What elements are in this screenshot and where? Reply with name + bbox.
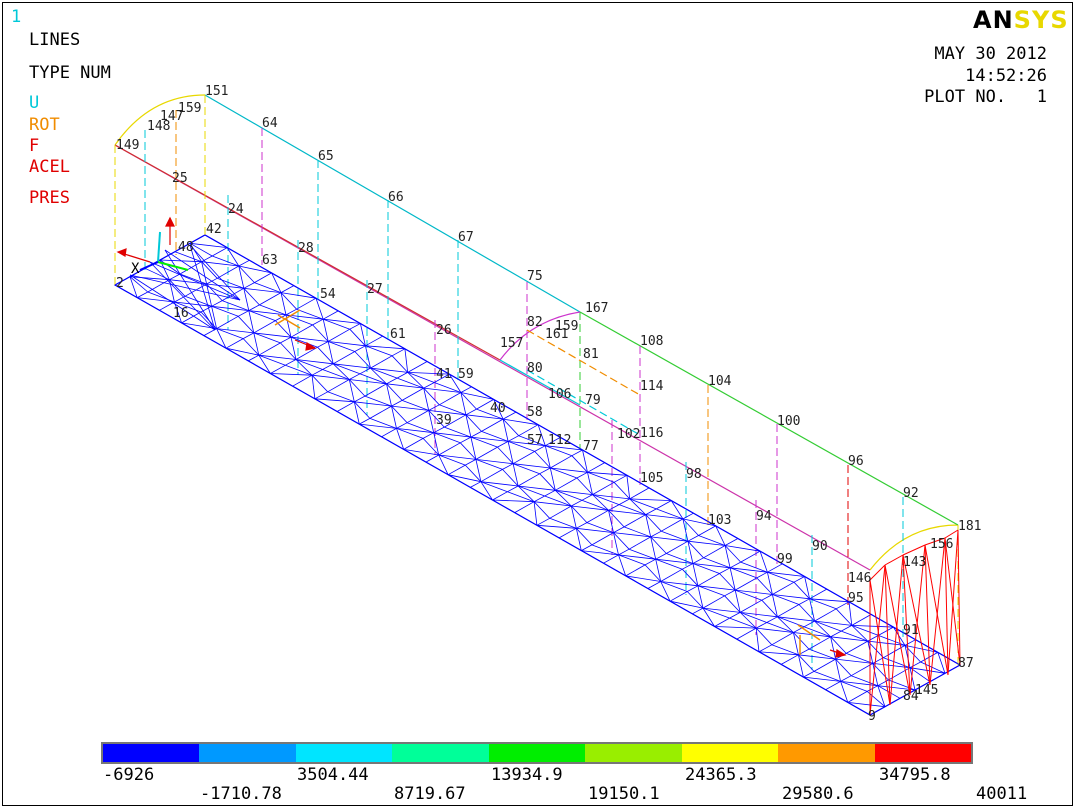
line-number-top-edge: 167 — [585, 301, 608, 316]
colorbar-band-9 — [874, 744, 971, 762]
line-number-top-edge: 75 — [527, 269, 543, 284]
line-number-top-edge: 108 — [640, 334, 663, 349]
line-number-mid-lower: 26 — [436, 323, 452, 338]
line-number-top-edge: 181 — [958, 519, 981, 534]
line-number-mid-step: 116 — [640, 426, 663, 441]
line-number-mid-lower: 54 — [320, 287, 336, 302]
line-number-right-lower: 94 — [756, 509, 772, 524]
mesh-elements — [114, 234, 961, 716]
line-number-right-lower: 95 — [848, 591, 864, 606]
colorbar-band-8 — [778, 744, 875, 762]
line-number-mid-lower: 39 — [436, 413, 452, 428]
line-number-mid-step: 157 — [500, 336, 523, 351]
line-number-top-edge: 64 — [262, 116, 278, 131]
line-number-right-lower: 156 — [930, 537, 953, 552]
line-number-mid-lower: 57 — [527, 433, 543, 448]
line-number-left-end: 42 — [206, 222, 222, 237]
line-number-mid-lower: 63 — [262, 253, 278, 268]
contour-colorbar — [101, 742, 973, 764]
line-number-mid-lower: 28 — [298, 241, 314, 256]
line-number-left-end: 25 — [172, 171, 188, 186]
colorbar-label-top: 13934.9 — [491, 765, 563, 785]
line-number-right-lower: 9 — [868, 709, 876, 724]
line-number-mid-step: 77 — [583, 439, 599, 454]
line-number-right-lower: 143 — [903, 555, 926, 570]
line-number-left-end: 24 — [228, 202, 244, 217]
line-number-top-edge: 96 — [848, 454, 864, 469]
line-number-left-end: 151 — [205, 84, 228, 99]
line-number-mid-step: 114 — [640, 379, 664, 394]
line-number-top-edge: 65 — [318, 149, 334, 164]
colorbar-band-4 — [392, 744, 489, 762]
line-number-right-lower: 91 — [903, 623, 919, 638]
line-number-top-edge: 92 — [903, 486, 919, 501]
model-view[interactable]: X 64656667751671081041009692181151159147… — [0, 0, 1077, 740]
colorbar-band-1 — [103, 744, 200, 762]
line-number-top-edge: 66 — [388, 190, 404, 205]
line-number-right-lower: 103 — [708, 513, 731, 528]
line-number-mid-step: 105 — [640, 471, 663, 486]
line-number-left-end: 2 — [116, 276, 124, 291]
line-number-left-end: 148 — [147, 119, 170, 134]
line-number-mid-lower: 27 — [367, 282, 383, 297]
line-number-mid-step: 79 — [585, 393, 601, 408]
colorbar-band-2 — [199, 744, 296, 762]
line-number-right-lower: 146 — [848, 571, 871, 586]
top-edge-back-b — [579, 311, 959, 526]
line-number-mid-lower: 58 — [527, 405, 543, 420]
colorbar-band-7 — [681, 744, 779, 762]
colorbar-band-3 — [295, 744, 393, 762]
colorbar-label-bottom: 8719.67 — [394, 784, 466, 804]
colorbar-label-top: 24365.3 — [685, 765, 757, 785]
colorbar-label-top: 3504.44 — [297, 765, 369, 785]
line-number-right-lower: 87 — [958, 656, 974, 671]
line-number-left-end: 16 — [173, 306, 189, 321]
colorbar-label-top: 34795.8 — [879, 765, 951, 785]
line-number-mid-step: 98 — [686, 467, 702, 482]
line-number-right-lower: 99 — [777, 552, 793, 567]
colorbar-band-5 — [488, 744, 586, 762]
line-number-left-end: 48 — [178, 240, 194, 255]
line-number-mid-step: 102 — [617, 427, 640, 442]
line-number-mid-step: 82 — [527, 315, 543, 330]
force-arrows — [116, 216, 847, 658]
colorbar-label-bottom: 19150.1 — [588, 784, 660, 804]
colorbar-band-6 — [585, 744, 682, 762]
triad-x-label: X — [131, 261, 140, 277]
colorbar-label-bottom: -1710.78 — [200, 784, 282, 804]
line-number-mid-lower: 61 — [390, 327, 406, 342]
line-number-top-edge: 100 — [777, 414, 800, 429]
line-number-top-edge: 67 — [458, 230, 474, 245]
line-number-mid-lower: 59 — [458, 367, 474, 382]
line-number-mid-step: 80 — [527, 361, 543, 376]
line-number-right-lower: 90 — [812, 539, 828, 554]
colorbar-label-bottom: 40011 — [976, 784, 1028, 804]
line-number-mid-step: 81 — [583, 347, 599, 362]
line-number-top-edge: 104 — [708, 374, 732, 389]
line-number-mid-step: 106 — [548, 387, 571, 402]
line-number-mid-lower: 40 — [490, 401, 506, 416]
colorbar-label-top: -6926 — [103, 765, 155, 785]
line-number-mid-step: 161 — [545, 327, 568, 342]
line-number-mid-lower: 41 — [436, 367, 452, 382]
line-number-mid-step: 112 — [548, 433, 571, 448]
colorbar-label-bottom: 29580.6 — [782, 784, 854, 804]
line-number-right-lower: 145 — [915, 683, 938, 698]
line-number-left-end: 149 — [116, 138, 139, 153]
